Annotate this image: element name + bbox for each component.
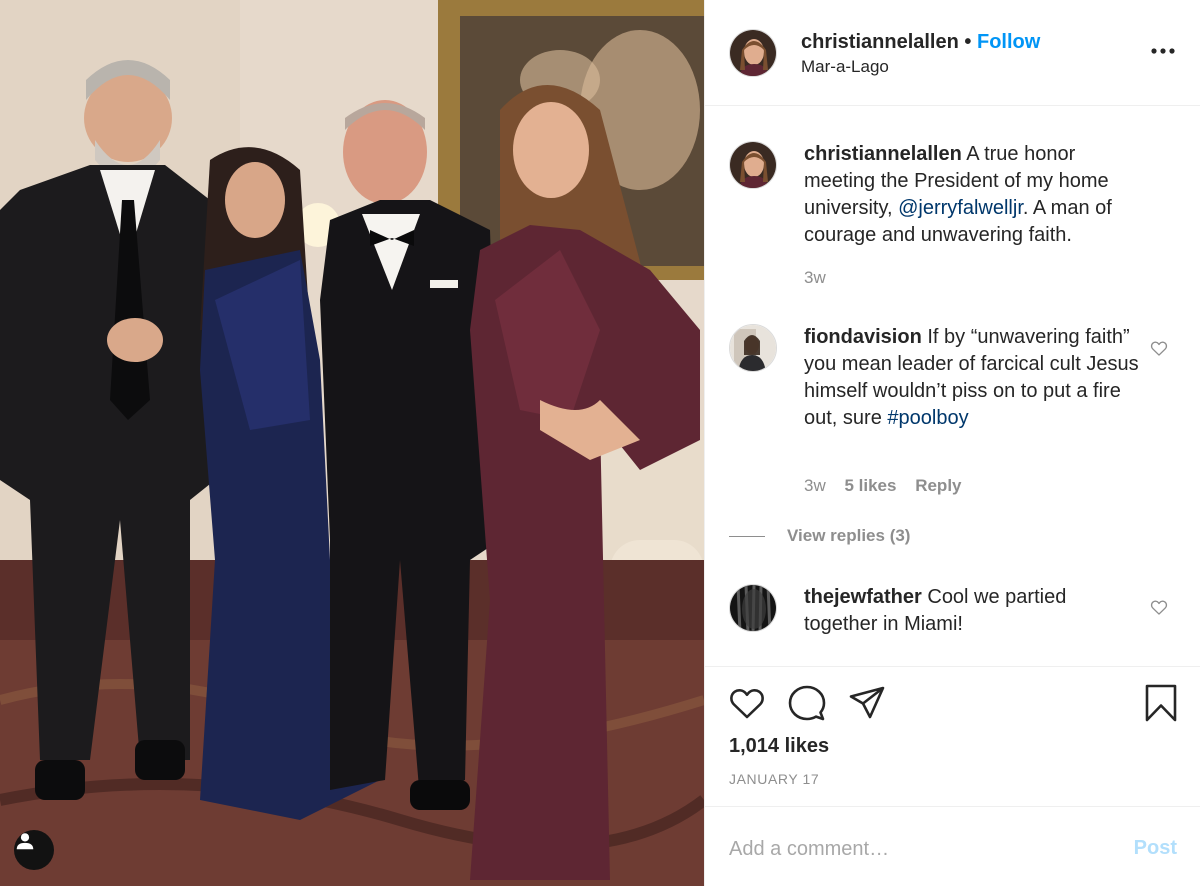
comment-meta: 3w 5 likes Reply <box>804 476 976 496</box>
caption-time[interactable]: 3w <box>804 268 826 287</box>
comment-avatar[interactable] <box>729 584 777 632</box>
bookmark-icon[interactable] <box>1141 683 1181 723</box>
heart-icon[interactable] <box>727 683 767 723</box>
user-tag-icon <box>16 833 34 850</box>
add-comment-input[interactable] <box>729 835 1109 863</box>
header-username[interactable]: christiannelallen <box>801 31 959 53</box>
more-horizontal-icon[interactable] <box>1149 44 1177 58</box>
header-username-line: christiannelallen • Follow <box>801 31 1040 54</box>
view-replies-button[interactable]: View replies (3) <box>729 526 910 546</box>
likes-count[interactable]: 1,014 likes <box>729 735 829 758</box>
photo-illustration <box>0 0 704 886</box>
add-comment-bar: Post <box>705 806 1200 886</box>
post-header: christiannelallen • Follow Mar-a-Lago <box>705 0 1200 106</box>
caption-meta: 3w <box>804 268 840 288</box>
share-icon[interactable] <box>847 683 887 723</box>
caption-username[interactable]: christiannelallen <box>804 143 962 165</box>
post-side-panel: christiannelallen • Follow Mar-a-Lago ch… <box>704 0 1200 886</box>
view-replies-label: View replies (3) <box>787 526 911 545</box>
user-tag-button[interactable] <box>14 830 54 870</box>
post-comment-button[interactable]: Post <box>1134 837 1177 860</box>
header-separator: • <box>964 31 972 53</box>
comment-avatar[interactable] <box>729 324 777 372</box>
comments-list[interactable]: christiannelallen A true honor meeting t… <box>705 106 1200 666</box>
comment-text: fiondavision If by “unwavering faith” yo… <box>804 324 1144 432</box>
follow-button[interactable]: Follow <box>977 31 1040 53</box>
caption-avatar-image <box>730 142 776 188</box>
comment-like-icon[interactable] <box>1149 597 1169 617</box>
reply-button[interactable]: Reply <box>915 476 961 495</box>
caption-text: christiannelallen A true honor meeting t… <box>804 141 1144 249</box>
post-photo[interactable] <box>0 0 704 886</box>
comment-avatar-image <box>730 585 776 631</box>
comment-username[interactable]: fiondavision <box>804 326 922 348</box>
caption-avatar[interactable] <box>729 141 777 189</box>
comment-likes[interactable]: 5 likes <box>844 476 896 495</box>
avatar[interactable] <box>729 29 777 77</box>
avatar-image <box>730 30 776 76</box>
post-date[interactable]: JANUARY 17 <box>729 771 819 787</box>
view-replies-divider <box>729 536 765 538</box>
caption-mention-link[interactable]: @jerryfalwelljr <box>898 197 1023 219</box>
comment-username[interactable]: thejewfather <box>804 586 922 608</box>
comment-like-icon[interactable] <box>1149 338 1169 358</box>
post-location[interactable]: Mar-a-Lago <box>801 57 889 77</box>
comment-avatar-image <box>730 325 776 371</box>
post-actions: 1,014 likes JANUARY 17 <box>705 666 1200 806</box>
hashtag-link[interactable]: #poolboy <box>887 407 968 429</box>
comment-icon[interactable] <box>787 683 827 723</box>
comment-time[interactable]: 3w <box>804 476 826 495</box>
comment-text: thejewfather Cool we partied together in… <box>804 584 1144 638</box>
